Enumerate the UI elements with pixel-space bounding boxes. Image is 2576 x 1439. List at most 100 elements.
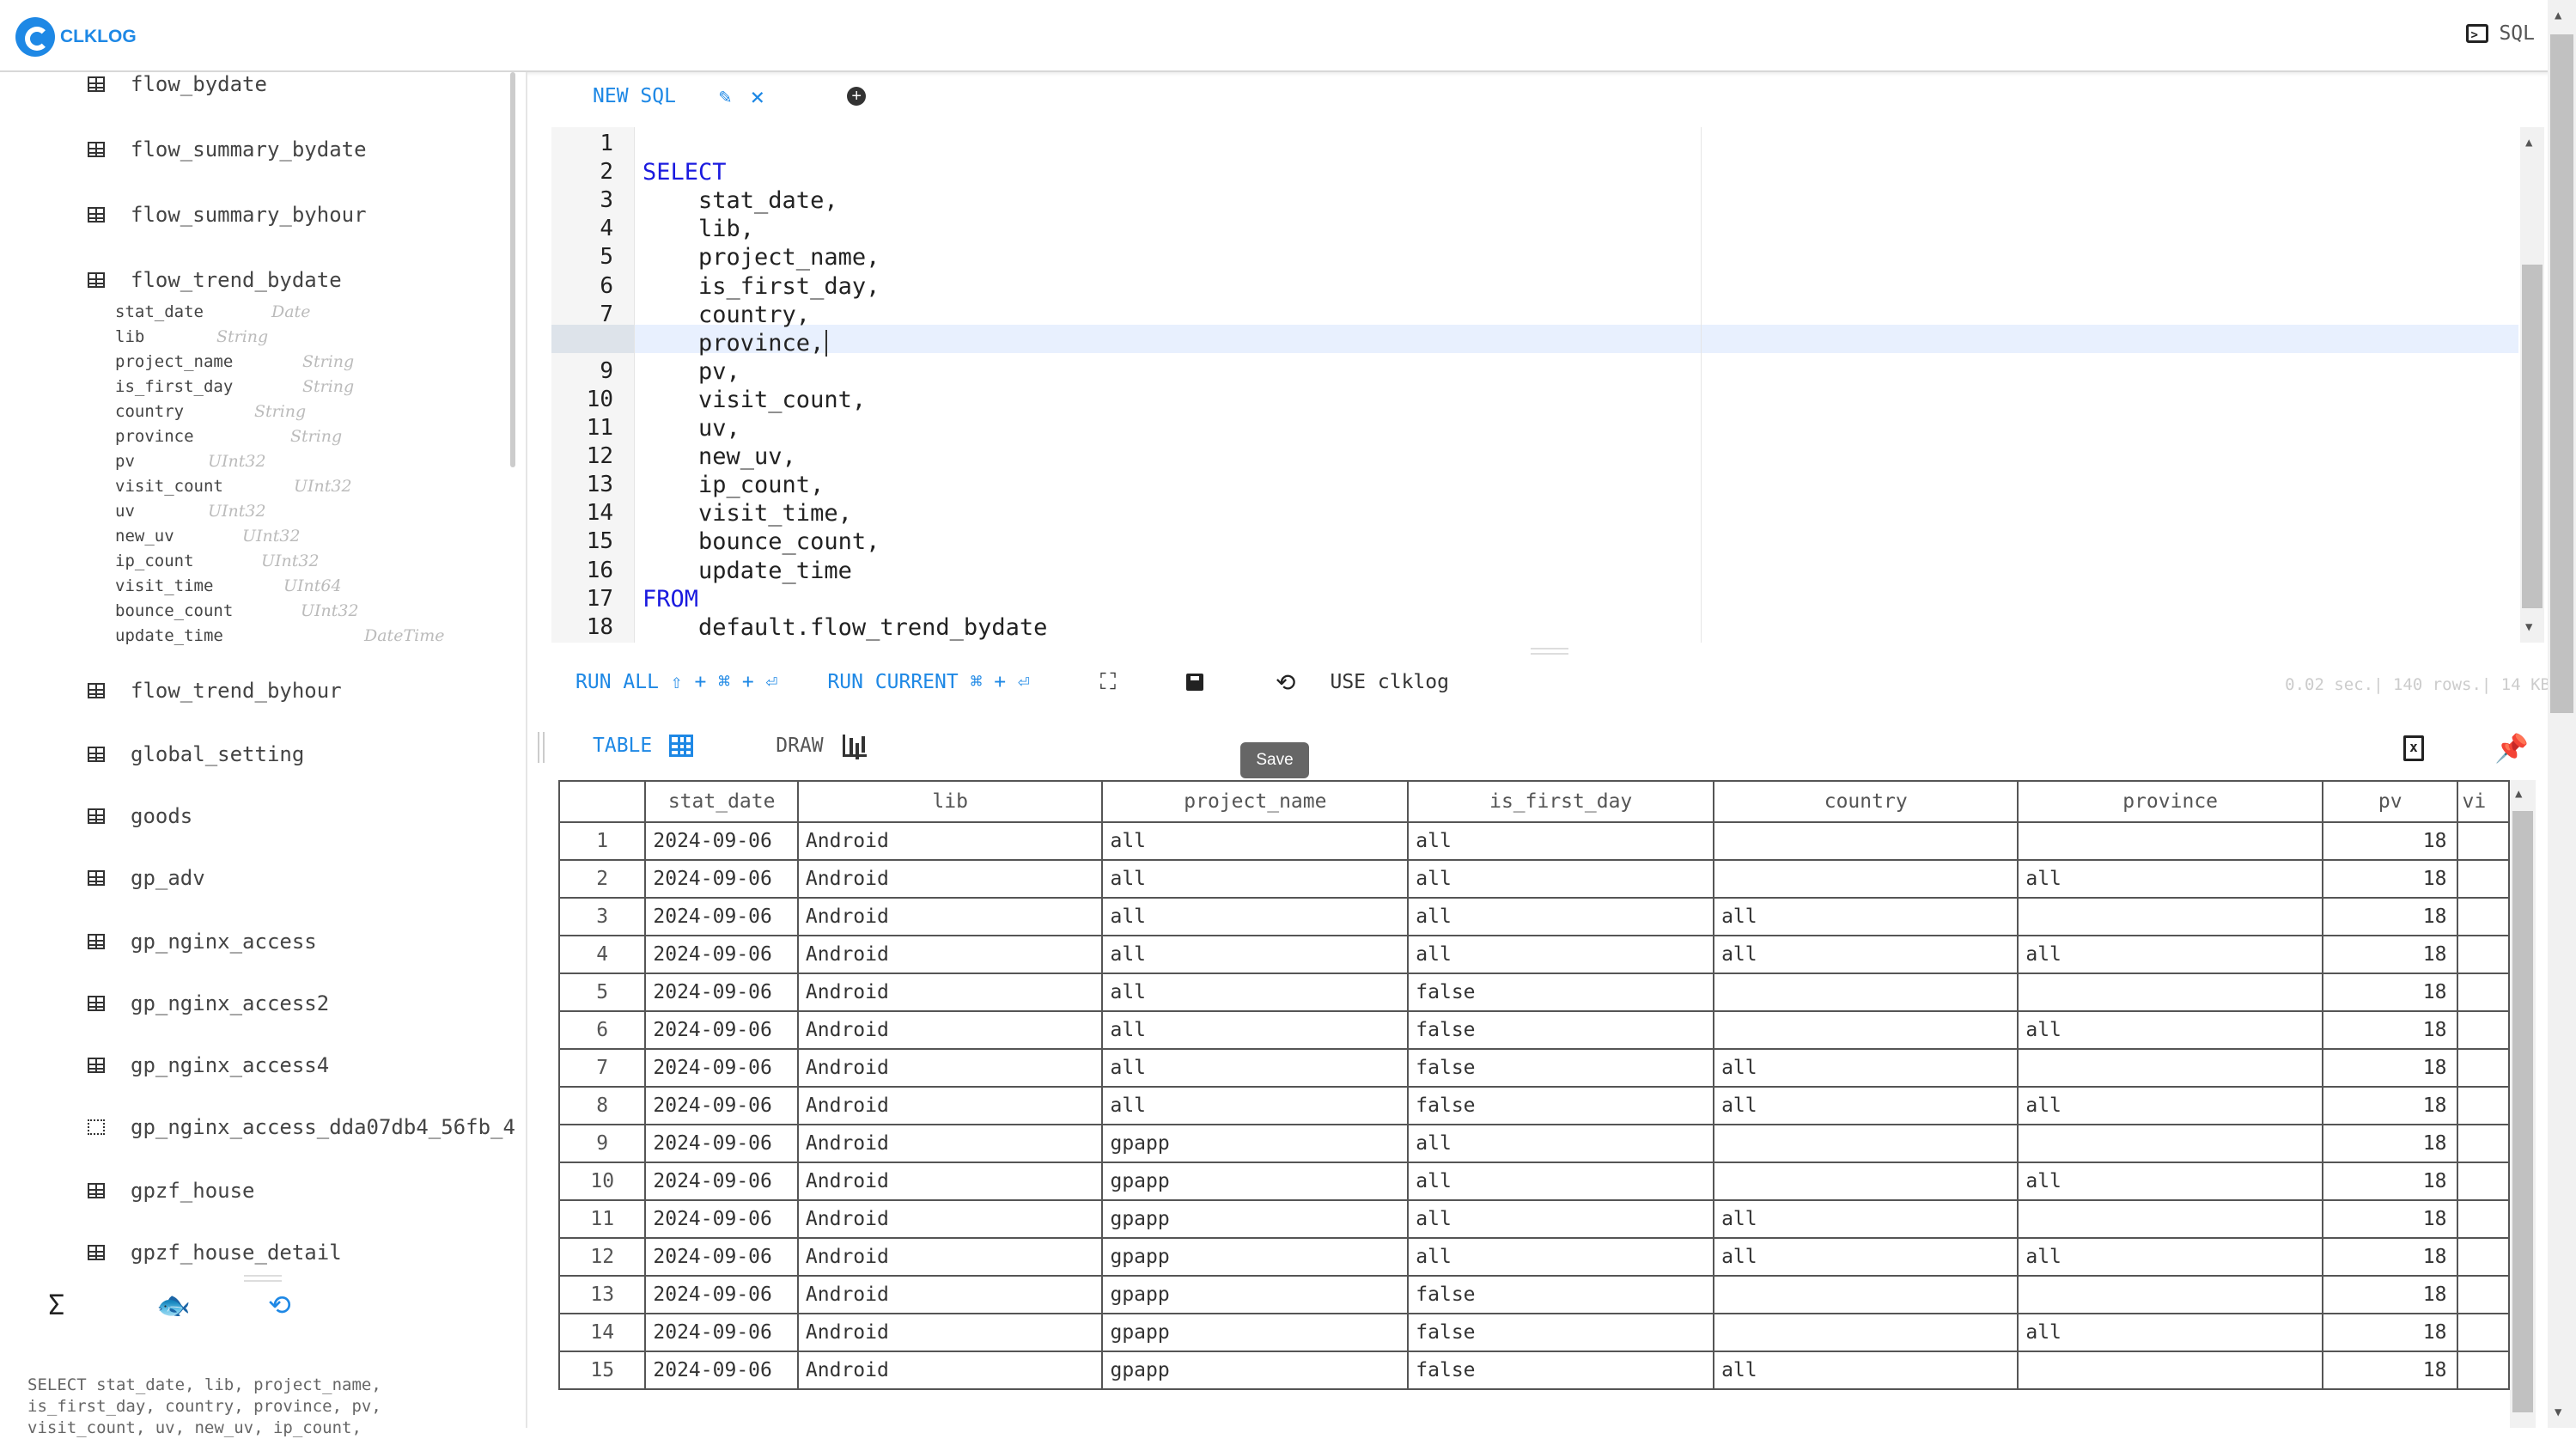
table-cell[interactable]: 2024-09-06 [644,1162,799,1201]
table-cell[interactable] [2017,1351,2323,1390]
use-database-selector[interactable]: USE clklog [1330,671,1448,693]
table-cell[interactable] [1713,1124,2019,1163]
table-cell[interactable]: 2024-09-06 [644,935,799,974]
scroll-down-icon[interactable]: ▼ [2555,1405,2561,1419]
table-cell[interactable]: Android [796,821,1104,861]
code-line[interactable]: lib, [642,216,754,242]
table-cell[interactable]: all [1101,935,1410,974]
table-cell[interactable] [2457,1199,2510,1239]
pencil-icon[interactable]: ✎ [719,84,731,108]
table-row[interactable]: 14 2024-09-06 Android gpapp false all 18 [558,1313,2510,1352]
bar-chart-icon[interactable] [842,735,867,757]
table-cell[interactable] [1713,973,2019,1012]
table-cell[interactable] [1713,1313,2019,1352]
table-row[interactable]: 11 2024-09-06 Android gpapp all all 18 [558,1199,2510,1239]
column-header[interactable]: vi [2457,780,2510,823]
sidebar-table-item[interactable]: gpzf_house_detail [88,1241,342,1265]
table-cell[interactable]: Android [796,859,1104,899]
table-cell[interactable]: gpapp [1101,1351,1410,1390]
table-cell[interactable]: false [1407,1351,1715,1390]
code-line[interactable]: bounce_count, [642,528,880,555]
table-row[interactable]: 8 2024-09-06 Android all false all all 18 [558,1086,2510,1125]
table-cell[interactable]: 2024-09-06 [644,1199,799,1239]
table-cell[interactable]: Android [796,1010,1104,1050]
table-cell[interactable]: 2024-09-06 [644,1237,799,1277]
code-line[interactable]: project_name, [642,244,880,271]
table-cell[interactable] [1713,821,2019,861]
row-index-cell[interactable]: 8 [558,1086,647,1125]
table-cell[interactable] [2457,973,2510,1012]
row-index-cell[interactable]: 12 [558,1237,647,1277]
table-cell[interactable] [2457,1048,2510,1088]
table-cell[interactable]: 18 [2321,935,2459,974]
fullscreen-icon[interactable]: ⛶ [1100,669,1116,696]
table-cell[interactable] [2457,821,2510,861]
row-index-cell[interactable]: 2 [558,859,647,899]
history-icon[interactable]: ⟲ [268,1289,291,1321]
table-cell[interactable]: 2024-09-06 [644,1010,799,1050]
table-cell[interactable]: all [2017,1313,2323,1352]
table-cell[interactable] [2457,1275,2510,1314]
table-cell[interactable]: 2024-09-06 [644,973,799,1012]
close-icon[interactable]: × [750,82,764,111]
table-cell[interactable]: gpapp [1101,1162,1410,1201]
table-cell[interactable]: all [1713,935,2019,974]
sidebar-column-item[interactable]: lib String [115,327,268,346]
results-resize-handle[interactable] [538,732,545,763]
editor-scroll-thumb[interactable] [2522,265,2543,608]
table-cell[interactable] [2457,859,2510,899]
app-logo[interactable]: CLKLOG [15,17,137,57]
code-line[interactable]: update_time [642,558,852,584]
sidebar-column-item[interactable]: pv UInt32 [115,452,266,471]
table-cell[interactable]: Android [796,1275,1104,1314]
row-index-cell[interactable]: 4 [558,935,647,974]
table-cell[interactable]: Android [796,935,1104,974]
table-cell[interactable]: false [1407,1313,1715,1352]
save-icon[interactable] [1186,674,1204,691]
table-cell[interactable]: all [1101,1048,1410,1088]
sidebar-column-item[interactable]: new_uv UInt32 [115,527,301,546]
table-cell[interactable]: Android [796,1199,1104,1239]
table-cell[interactable]: all [2017,1237,2323,1277]
table-cell[interactable]: 2024-09-06 [644,859,799,899]
table-icon[interactable] [669,735,694,757]
table-cell[interactable]: all [1407,935,1715,974]
table-cell[interactable]: 2024-09-06 [644,821,799,861]
table-cell[interactable]: 18 [2321,1086,2459,1125]
table-cell[interactable]: all [2017,1010,2323,1050]
row-index-cell[interactable]: 6 [558,1010,647,1050]
table-cell[interactable]: all [1713,1237,2019,1277]
table-cell[interactable] [2017,1275,2323,1314]
sidebar-column-item[interactable]: is_first_day String [115,377,354,396]
table-cell[interactable] [2457,1086,2510,1125]
column-header[interactable]: pv [2321,780,2459,823]
table-cell[interactable]: Android [796,1124,1104,1163]
column-header[interactable]: project_name [1101,780,1410,823]
table-cell[interactable]: Android [796,1048,1104,1088]
column-header[interactable]: province [2017,780,2323,823]
table-cell[interactable]: Android [796,1162,1104,1201]
results-scroll-thumb[interactable] [2512,811,2533,1412]
table-cell[interactable]: Android [796,1237,1104,1277]
sidebar-column-item[interactable]: country String [115,402,306,421]
table-cell[interactable]: 2024-09-06 [644,1275,799,1314]
table-cell[interactable]: all [2017,935,2323,974]
row-index-cell[interactable]: 11 [558,1199,647,1239]
sql-console-button[interactable]: >_ SQL [2466,22,2535,45]
export-file-icon[interactable]: x [2403,735,2424,761]
table-cell[interactable]: gpapp [1101,1275,1410,1314]
sidebar-table-item[interactable]: flow_trend_bydate [88,268,342,292]
code-line[interactable]: visit_time, [642,500,852,527]
sidebar-column-item[interactable]: uv UInt32 [115,502,266,521]
scroll-down-icon[interactable]: ▼ [2525,620,2532,634]
table-cell[interactable]: all [1407,859,1715,899]
code-line[interactable]: uv, [642,415,740,442]
table-cell[interactable]: all [1101,1010,1410,1050]
sidebar-column-item[interactable]: province String [115,427,342,446]
table-cell[interactable]: gpapp [1101,1313,1410,1352]
table-cell[interactable]: 2024-09-06 [644,1351,799,1390]
table-row[interactable]: 2 2024-09-06 Android all all all 18 [558,859,2510,899]
table-cell[interactable]: all [1407,1237,1715,1277]
code-line[interactable]: FROM [642,586,698,613]
page-scroll-thumb[interactable] [2550,34,2573,713]
